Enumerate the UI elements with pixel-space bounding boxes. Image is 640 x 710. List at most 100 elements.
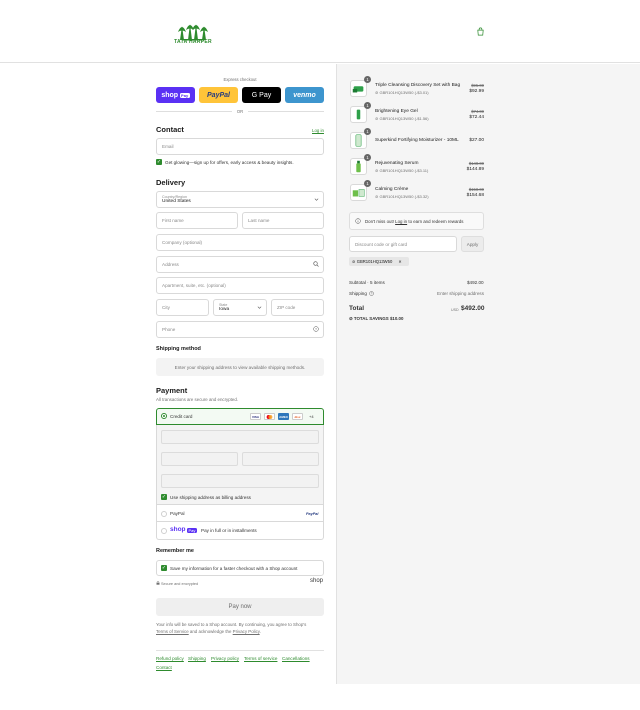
city-field[interactable]: City (156, 299, 209, 316)
phone-field[interactable]: Phone (156, 321, 324, 338)
remove-discount-icon[interactable]: ✕ (398, 259, 402, 264)
chevron-down-icon (257, 306, 262, 309)
item-discount-code: GBR101HQ13W50 (-$3.32) (379, 194, 429, 199)
item-discount-code: GBR101HQ13W50 (-$3.11) (379, 168, 429, 173)
contact-title: Contact (156, 125, 184, 134)
quantity-badge: 1 (364, 154, 371, 161)
rewards-text: Don't miss out! Log in to earn and redee… (365, 219, 464, 224)
or-divider-text: OR (232, 109, 248, 114)
delivery-title: Delivery (156, 178, 186, 187)
login-link[interactable]: Log in (312, 128, 324, 133)
billing-same-checkbox[interactable]: ✓ (161, 494, 167, 500)
billing-same-label: Use shipping address as billing address (170, 495, 251, 500)
lock-icon (156, 581, 160, 585)
item-discount: ⊘ GBR101HQ13W50 (-$1.56) (375, 116, 429, 121)
google-pay-express-button[interactable]: G Pay (242, 87, 281, 103)
quantity-badge: 1 (364, 76, 371, 83)
chevron-down-icon (314, 198, 319, 201)
country-select[interactable]: Country/Region United States (156, 191, 324, 208)
apartment-field[interactable]: Apartment, suite, etc. (optional) (156, 277, 324, 294)
brand-name: TATA HARPER (174, 39, 212, 45)
item-old-price: $95.00 (471, 83, 484, 88)
shipping-label: Shipping (349, 291, 367, 296)
paypal-express-button[interactable]: PayPal (199, 87, 238, 103)
header: TATA HARPER (0, 0, 640, 63)
save-info-label: Save my information for a faster checkou… (170, 566, 298, 571)
zip-field[interactable]: ZIP code (271, 299, 324, 316)
terms-of-service-link[interactable]: Terms of Service (156, 629, 189, 634)
shipping-value: Enter shipping address (437, 291, 484, 296)
remember-me-title: Remember me (156, 548, 194, 554)
svg-text:?: ? (371, 292, 373, 296)
shop-pay-badge: Pay (187, 528, 197, 533)
more-cards-count: +4 (309, 414, 314, 419)
footer-link-contact[interactable]: Contact (156, 665, 172, 670)
security-code-field[interactable] (242, 452, 319, 466)
quantity-badge: 1 (364, 180, 371, 187)
currency-code: USD (451, 308, 459, 312)
shop-pay-radio[interactable] (161, 528, 167, 534)
card-number-field[interactable] (161, 430, 319, 444)
item-price: $72.44 (469, 115, 484, 120)
mastercard-icon (264, 413, 275, 420)
item-discount-code: GBR101HQ13W50 (-$1.56) (379, 116, 429, 121)
rewards-login-link[interactable]: Log in (395, 219, 407, 224)
subtotal-label: Subtotal · 5 items (349, 280, 385, 285)
item-price: $92.99 (469, 89, 484, 94)
company-field[interactable]: Company (optional) (156, 234, 324, 251)
payment-title: Payment (156, 386, 188, 395)
legal-line-2: Terms of Service and acknowledge the Pri… (156, 629, 261, 634)
first-name-field[interactable]: First name (156, 212, 238, 229)
credit-card-label: Credit card (170, 414, 193, 419)
address-field[interactable]: Address (156, 256, 324, 273)
discount-code-field[interactable]: Discount code or gift card (349, 236, 457, 252)
info-icon (355, 218, 361, 224)
item-name: Superkind Fortifying Moisturizer - 10ML (375, 138, 459, 143)
apply-button[interactable]: Apply (461, 236, 484, 252)
search-icon (313, 261, 319, 267)
paypal-label: PayPal (170, 511, 185, 516)
savings-label: TOTAL SAVINGS (353, 316, 389, 321)
item-price: $144.89 (466, 167, 484, 172)
footer-link-terms-of-service[interactable]: Terms of service (244, 656, 277, 661)
rewards-lead: Don't miss out! (365, 219, 394, 224)
rewards-end: to earn and redeem rewards (408, 219, 464, 224)
name-on-card-field[interactable] (161, 474, 319, 488)
privacy-policy-link[interactable]: Privacy Policy (233, 629, 260, 634)
item-discount: ⊘ GBR101HQ13W50 (-$3.11) (375, 168, 428, 173)
pay-now-button[interactable]: Pay now (156, 598, 324, 616)
express-checkout-label: Express checkout (223, 77, 257, 82)
save-info-checkbox[interactable]: ✓ (161, 565, 167, 571)
product-image (350, 158, 367, 175)
item-name: Brightening Eye Gel (375, 109, 418, 114)
footer-link-shipping[interactable]: Shipping (188, 656, 206, 661)
paypal-radio[interactable] (161, 511, 167, 517)
email-field[interactable]: Email (156, 138, 324, 155)
help-icon[interactable]: ? (369, 291, 374, 296)
newsletter-label: Get glowing—sign up for offers, early ac… (165, 160, 294, 165)
total-label: Total (349, 305, 365, 312)
quantity-badge: 1 (364, 102, 371, 109)
footer-link-cancellations[interactable]: Cancellations (282, 656, 310, 661)
footer-link-privacy-policy[interactable]: Privacy policy (211, 656, 239, 661)
item-old-price: $74.00 (471, 109, 484, 114)
shopping-bag-icon[interactable] (476, 27, 485, 36)
newsletter-checkbox[interactable]: ✓ (156, 159, 162, 165)
footer-divider (156, 650, 324, 651)
discount-tag-code: GBR101HQ13W50 (356, 259, 393, 264)
discover-icon: disc (292, 413, 303, 420)
expiration-field[interactable] (161, 452, 238, 466)
item-name: Calming Crème (375, 187, 409, 192)
shop-pay-installments-label: Pay in full or in installments (201, 528, 257, 533)
credit-card-radio[interactable] (161, 413, 167, 419)
order-summary-panel (336, 64, 640, 684)
item-discount-code: GBR101HQ13W50 (-$3.01) (379, 90, 429, 95)
help-icon[interactable]: ? (313, 326, 319, 332)
footer-link-refund-policy[interactable]: Refund policy (156, 656, 184, 661)
shop-pay-express-button[interactable]: shop Pay (156, 87, 195, 103)
last-name-field[interactable]: Last name (242, 212, 324, 229)
shop-pay-word: shop (161, 91, 179, 99)
amex-icon: AMEX (278, 413, 289, 420)
venmo-express-button[interactable]: venmo (285, 87, 324, 103)
item-discount: ⊘ GBR101HQ13W50 (-$3.32) (375, 194, 429, 199)
